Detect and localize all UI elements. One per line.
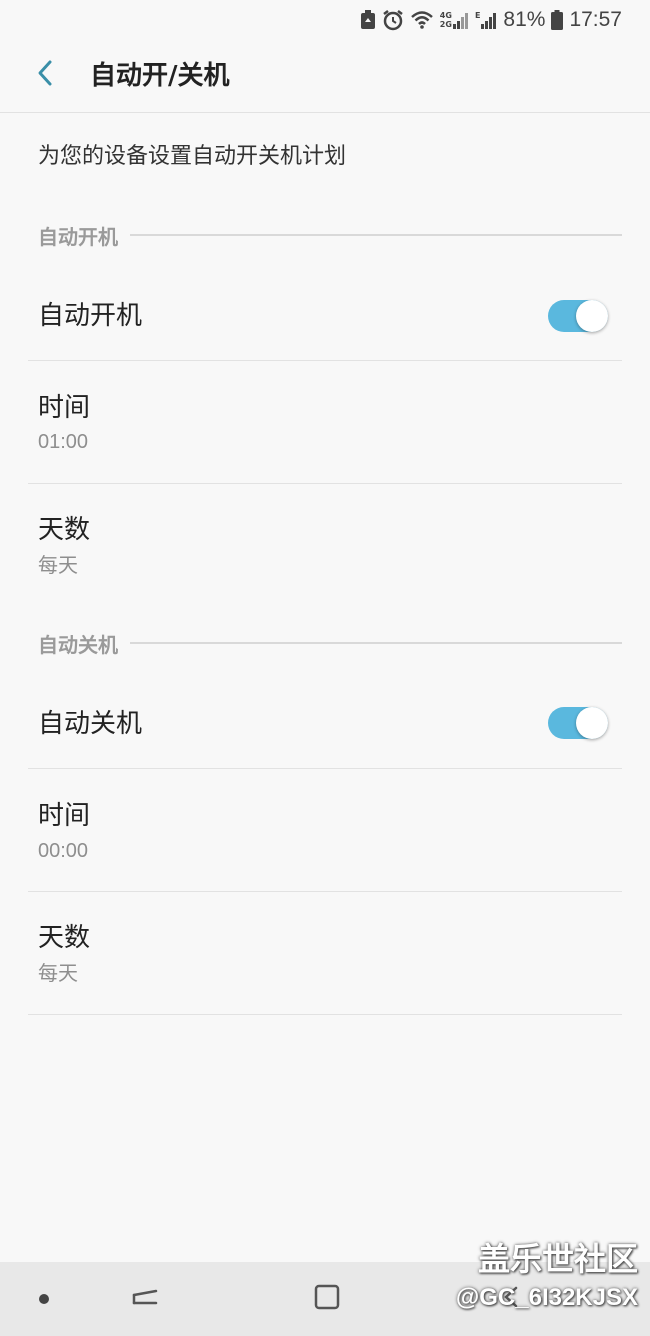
auto-power-off-time-label: 时间 bbox=[38, 801, 91, 831]
auto-power-on-time-label: 时间 bbox=[38, 393, 91, 423]
dot-icon bbox=[38, 1290, 50, 1309]
auto-power-on-days-value: 每天 bbox=[38, 555, 78, 577]
auto-power-off-days-label: 天数 bbox=[38, 923, 91, 953]
battery-saver-icon bbox=[360, 10, 376, 30]
status-icons: 4G 2G E 81% 17:57 bbox=[360, 6, 622, 34]
signal-4g-2g-icon: 4G 2G bbox=[440, 11, 469, 29]
auto-power-on-time-row[interactable]: 时间 01:00 bbox=[28, 361, 622, 484]
page-title: 自动开/关机 bbox=[90, 61, 230, 91]
section-divider bbox=[130, 234, 622, 236]
battery-percent: 81% bbox=[503, 8, 546, 31]
network-2g-label: 2G bbox=[439, 20, 452, 29]
recent-apps-icon bbox=[130, 1283, 160, 1315]
auto-power-on-time-value: 01:00 bbox=[38, 431, 89, 453]
watermark-user-id: @GC_6I32KJSX bbox=[455, 1284, 638, 1311]
auto-power-off-label: 自动关机 bbox=[38, 709, 143, 739]
auto-power-off-time-value: 00:00 bbox=[38, 840, 89, 862]
app-header: 自动开/关机 bbox=[0, 40, 650, 113]
signal-e-icon: E bbox=[475, 11, 497, 29]
page-description: 为您的设备设置自动开关机计划 bbox=[38, 144, 347, 169]
section-header-label: 自动开机 bbox=[38, 224, 118, 249]
home-button[interactable] bbox=[302, 1262, 352, 1336]
battery-icon bbox=[551, 10, 564, 30]
network-4g-label: 4G bbox=[439, 11, 452, 20]
auto-power-on-switch[interactable] bbox=[548, 300, 608, 332]
nav-dot-button[interactable] bbox=[24, 1262, 64, 1336]
auto-power-on-days-label: 天数 bbox=[38, 515, 91, 545]
section-header-auto-power-on: 自动开机 bbox=[38, 220, 622, 250]
home-square-icon bbox=[312, 1282, 342, 1316]
watermark-title: 盖乐世社区 bbox=[477, 1240, 638, 1278]
switch-knob bbox=[576, 300, 608, 332]
section-divider bbox=[130, 642, 622, 644]
back-arrow-icon bbox=[35, 59, 55, 91]
section-header-auto-power-off: 自动关机 bbox=[38, 628, 622, 658]
auto-power-on-days-row[interactable]: 天数 每天 bbox=[28, 484, 622, 606]
auto-power-off-switch[interactable] bbox=[548, 707, 608, 739]
status-bar: 4G 2G E 81% 17:57 bbox=[0, 0, 650, 40]
wifi-icon bbox=[410, 10, 434, 30]
network-e-label: E bbox=[474, 11, 481, 20]
alarm-icon bbox=[382, 9, 404, 31]
switch-knob bbox=[576, 707, 608, 739]
auto-power-on-toggle-row[interactable]: 自动开机 bbox=[28, 272, 622, 361]
auto-power-on-label: 自动开机 bbox=[38, 301, 143, 331]
recent-apps-button[interactable] bbox=[120, 1262, 170, 1336]
auto-power-off-toggle-row[interactable]: 自动关机 bbox=[28, 680, 622, 769]
auto-power-off-time-row[interactable]: 时间 00:00 bbox=[28, 769, 622, 892]
auto-power-off-days-row[interactable]: 天数 每天 bbox=[28, 892, 622, 1015]
section-header-label: 自动关机 bbox=[38, 632, 118, 657]
back-button[interactable] bbox=[28, 58, 62, 92]
auto-power-off-days-value: 每天 bbox=[38, 963, 78, 985]
clock: 17:57 bbox=[569, 8, 622, 31]
